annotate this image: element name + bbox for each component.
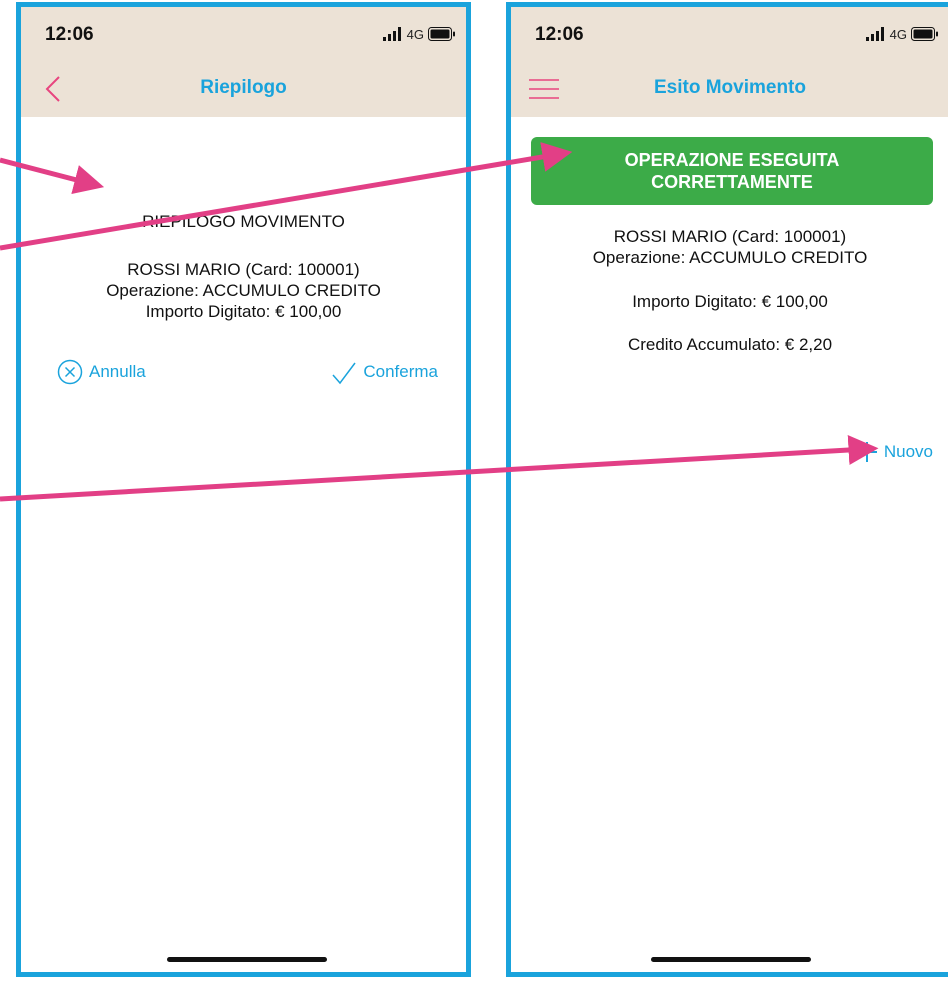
amount-info: Importo Digitato: € 100,00 xyxy=(145,302,342,321)
battery-icon xyxy=(428,27,455,41)
amount-info: Importo Digitato: € 100,00 xyxy=(632,292,828,311)
signal-icon xyxy=(865,27,884,41)
banner-line-1: OPERAZIONE ESEGUITA xyxy=(624,150,840,170)
close-circle-icon xyxy=(57,359,83,385)
new-label: Nuovo xyxy=(883,442,933,461)
battery-icon xyxy=(911,27,938,41)
system-icons: 4G xyxy=(382,23,456,45)
operation-info: Operazione: ACCUMULO CREDITO xyxy=(592,248,868,267)
cancel-label: Annulla xyxy=(89,362,146,381)
customer-info: ROSSI MARIO (Card: 100001) xyxy=(613,227,847,246)
customer-info: ROSSI MARIO (Card: 100001) xyxy=(127,260,360,279)
banner-line-2: CORRETTAMENTE xyxy=(651,172,813,192)
cancel-button[interactable]: Annulla xyxy=(57,359,146,385)
signal-icon xyxy=(382,27,401,41)
summary-heading: RIEPILOGO MOVIMENTO xyxy=(142,212,345,231)
operation-info: Operazione: ACCUMULO CREDITO xyxy=(106,281,381,300)
new-button[interactable]: Nuovo xyxy=(856,441,933,463)
nav-bar: Esito Movimento xyxy=(511,61,948,117)
page-title: Esito Movimento xyxy=(653,77,806,98)
confirm-label: Conferma xyxy=(363,362,438,381)
status-time: 12:06 xyxy=(535,24,584,45)
home-indicator[interactable] xyxy=(651,957,811,962)
success-banner: OPERAZIONE ESEGUITA CORRETTAMENTE xyxy=(531,137,933,205)
phone-screen-esito: 12:06 4G Esito Movimento OPERAZIONE ESEG… xyxy=(506,2,948,977)
page-title: Riepilogo xyxy=(200,77,287,98)
system-icons: 4G xyxy=(865,23,939,45)
home-indicator[interactable] xyxy=(167,957,327,962)
network-type: 4G xyxy=(889,26,907,42)
status-time: 12:06 xyxy=(45,24,94,45)
nav-bar: Riepilogo xyxy=(21,61,466,117)
phone-screen-riepilogo: 12:06 4G Riepilogo RIEPILOGO MOVIMENTO R… xyxy=(16,2,471,977)
network-type: 4G xyxy=(406,26,424,42)
confirm-button[interactable]: Conferma xyxy=(331,359,438,385)
plus-icon xyxy=(856,442,877,462)
credit-info: Credito Accumulato: € 2,20 xyxy=(627,335,833,354)
status-bar: 12:06 4G xyxy=(511,7,948,61)
status-bar: 12:06 4G xyxy=(21,7,466,61)
checkmark-icon xyxy=(332,362,356,385)
